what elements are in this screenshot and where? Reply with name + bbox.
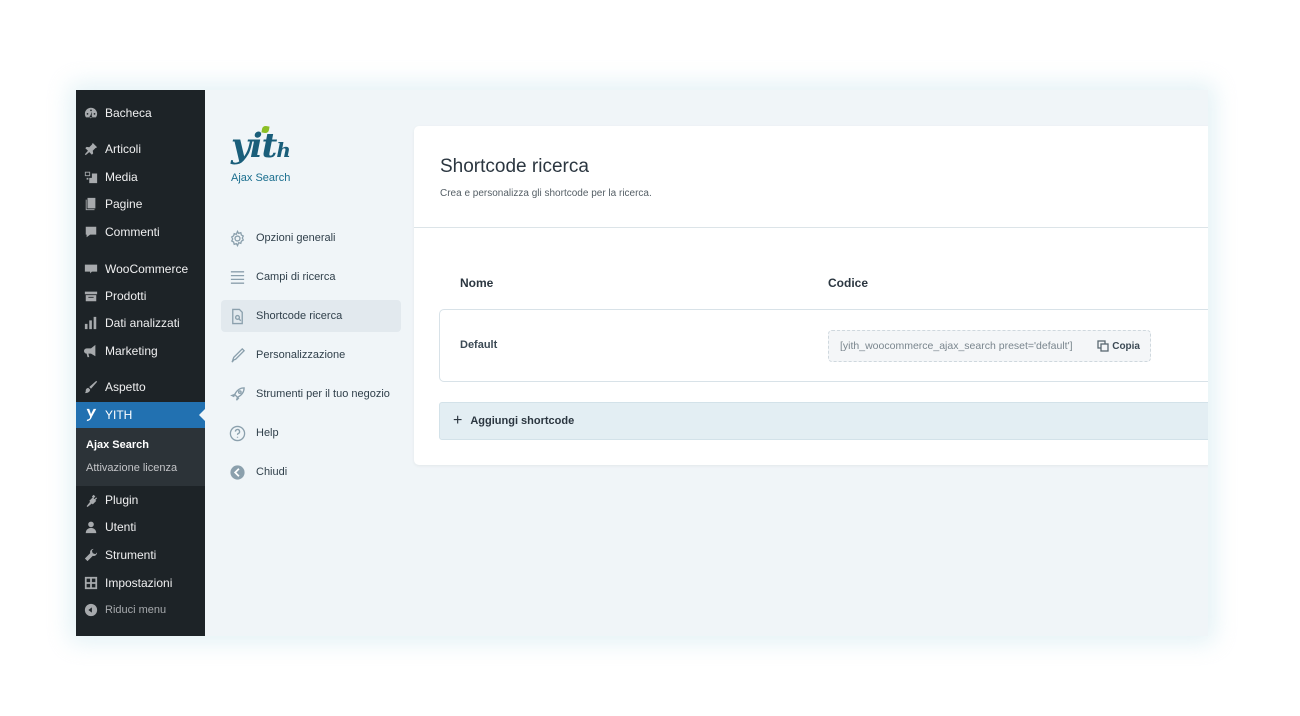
products-icon: [84, 289, 98, 303]
wp-menu-label: Riduci menu: [105, 604, 167, 616]
wp-submenu: Ajax Search Attivazione licenza: [76, 428, 205, 486]
comments-icon: [84, 225, 98, 239]
shortcode-name[interactable]: Default: [460, 339, 497, 351]
panel-nav-label: Chiudi: [256, 466, 288, 478]
media-icon: [84, 170, 98, 184]
wp-menu-impostazioni[interactable]: Impostazioni: [76, 570, 205, 596]
shortcode-card: Shortcode ricerca Crea e personalizza gl…: [414, 126, 1208, 465]
shortcode-code-box[interactable]: [yith_woocommerce_ajax_search preset='de…: [828, 330, 1151, 362]
gear-icon: [228, 229, 246, 247]
megaphone-icon: [84, 344, 98, 358]
panel-nav-label: Personalizzazione: [256, 349, 346, 361]
page-description: Crea e personalizza gli shortcode per la…: [440, 188, 652, 199]
logo-suffix: h: [276, 138, 291, 162]
panel-nav-personalizzazione[interactable]: Personalizzazione: [221, 339, 401, 371]
panel-nav-label: Shortcode ricerca: [256, 310, 343, 322]
add-shortcode-button[interactable]: + Aggiungi shortcode: [439, 402, 1208, 440]
pin-icon: [84, 142, 98, 156]
wp-menu-bacheca[interactable]: Bacheca: [76, 100, 205, 126]
wp-menu-label: Impostazioni: [105, 576, 173, 590]
wp-menu-yith[interactable]: YITH: [76, 402, 205, 428]
list-icon: [228, 268, 246, 286]
wp-menu-utenti[interactable]: Utenti: [76, 514, 205, 540]
panel-nav-campi-di-ricerca[interactable]: Campi di ricerca: [221, 261, 401, 293]
document-search-icon: [228, 307, 246, 325]
settings-icon: [84, 576, 98, 590]
wp-menu-aspetto[interactable]: Aspetto: [76, 374, 205, 400]
admin-window: Bacheca Articoli Media Pagine Commenti W…: [76, 90, 1208, 636]
dashboard-icon: [84, 106, 98, 120]
logo-text: yit: [231, 126, 277, 166]
wp-menu-strumenti[interactable]: Strumenti: [76, 542, 205, 568]
wp-menu-label: Aspetto: [105, 380, 146, 394]
wp-menu-prodotti[interactable]: Prodotti: [76, 283, 205, 309]
panel-nav-help[interactable]: Help: [221, 417, 401, 449]
page-title: Shortcode ricerca: [440, 156, 589, 177]
wp-menu-riduci[interactable]: Riduci menu: [76, 597, 205, 623]
shortcode-code[interactable]: [yith_woocommerce_ajax_search preset='de…: [840, 340, 1073, 352]
wp-submenu-attivazione-licenza[interactable]: Attivazione licenza: [86, 462, 177, 474]
copy-label: Copia: [1112, 340, 1140, 352]
yith-logo: yith: [231, 125, 291, 166]
wp-menu-label: Plugin: [105, 493, 139, 507]
wp-menu-articoli[interactable]: Articoli: [76, 136, 205, 162]
wp-menu-label: Bacheca: [105, 106, 152, 120]
add-shortcode-label: Aggiungi shortcode: [470, 415, 575, 427]
column-header-nome: Nome: [460, 276, 494, 290]
plus-icon: +: [453, 412, 463, 429]
wp-menu-commenti[interactable]: Commenti: [76, 219, 205, 245]
panel-nav-chiudi[interactable]: Chiudi: [221, 456, 401, 488]
wp-menu-label: Dati analizzati: [105, 316, 180, 330]
wp-menu-dati-analizzati[interactable]: Dati analizzati: [76, 310, 205, 336]
wp-menu-plugin[interactable]: Plugin: [76, 487, 205, 513]
wp-menu-media[interactable]: Media: [76, 164, 205, 190]
panel-nav-strumenti-negozio[interactable]: Strumenti per il tuo negozio: [221, 378, 401, 410]
pages-icon: [84, 197, 98, 211]
panel-nav-shortcode-ricerca[interactable]: Shortcode ricerca: [221, 300, 401, 332]
wp-menu-label: WooCommerce: [105, 262, 189, 276]
analytics-icon: [84, 316, 98, 330]
wp-menu-label: Utenti: [105, 520, 137, 534]
copy-button[interactable]: Copia: [1097, 340, 1140, 352]
wp-menu-label: Strumenti: [105, 548, 157, 562]
pencil-icon: [228, 346, 246, 364]
panel-nav-label: Strumenti per il tuo negozio: [256, 388, 390, 400]
help-icon: [228, 424, 246, 442]
divider: [414, 227, 1208, 228]
wp-menu-label: Prodotti: [105, 289, 147, 303]
back-arrow-icon: [228, 463, 246, 481]
wp-menu-woocommerce[interactable]: WooCommerce: [76, 256, 205, 282]
wp-menu-label: YITH: [105, 408, 133, 422]
panel-nav-label: Campi di ricerca: [256, 271, 336, 283]
wrench-icon: [84, 548, 98, 562]
wp-submenu-ajax-search[interactable]: Ajax Search: [86, 439, 149, 451]
panel-nav-label: Help: [256, 427, 279, 439]
plugin-name: Ajax Search: [231, 172, 291, 184]
plugin-icon: [84, 493, 98, 507]
copy-icon: [1097, 340, 1109, 352]
wp-menu-pagine[interactable]: Pagine: [76, 191, 205, 217]
woo-icon: [84, 262, 98, 276]
wp-menu-label: Marketing: [105, 344, 158, 358]
wp-menu-marketing[interactable]: Marketing: [76, 338, 205, 364]
yith-icon: [84, 408, 98, 422]
wp-admin-sidebar: Bacheca Articoli Media Pagine Commenti W…: [76, 90, 205, 636]
rocket-icon: [228, 385, 246, 403]
wp-menu-label: Media: [105, 170, 138, 184]
panel-nav-opzioni-generali[interactable]: Opzioni generali: [221, 222, 401, 254]
brush-icon: [84, 380, 98, 394]
user-icon: [84, 520, 98, 534]
wp-menu-label: Pagine: [105, 197, 143, 211]
table-row: Default [yith_woocommerce_ajax_search pr…: [439, 309, 1208, 382]
panel-nav-label: Opzioni generali: [256, 232, 336, 244]
column-header-codice: Codice: [828, 276, 869, 290]
wp-menu-label: Articoli: [105, 142, 142, 156]
collapse-icon: [84, 603, 98, 617]
wp-menu-label: Commenti: [105, 225, 160, 239]
